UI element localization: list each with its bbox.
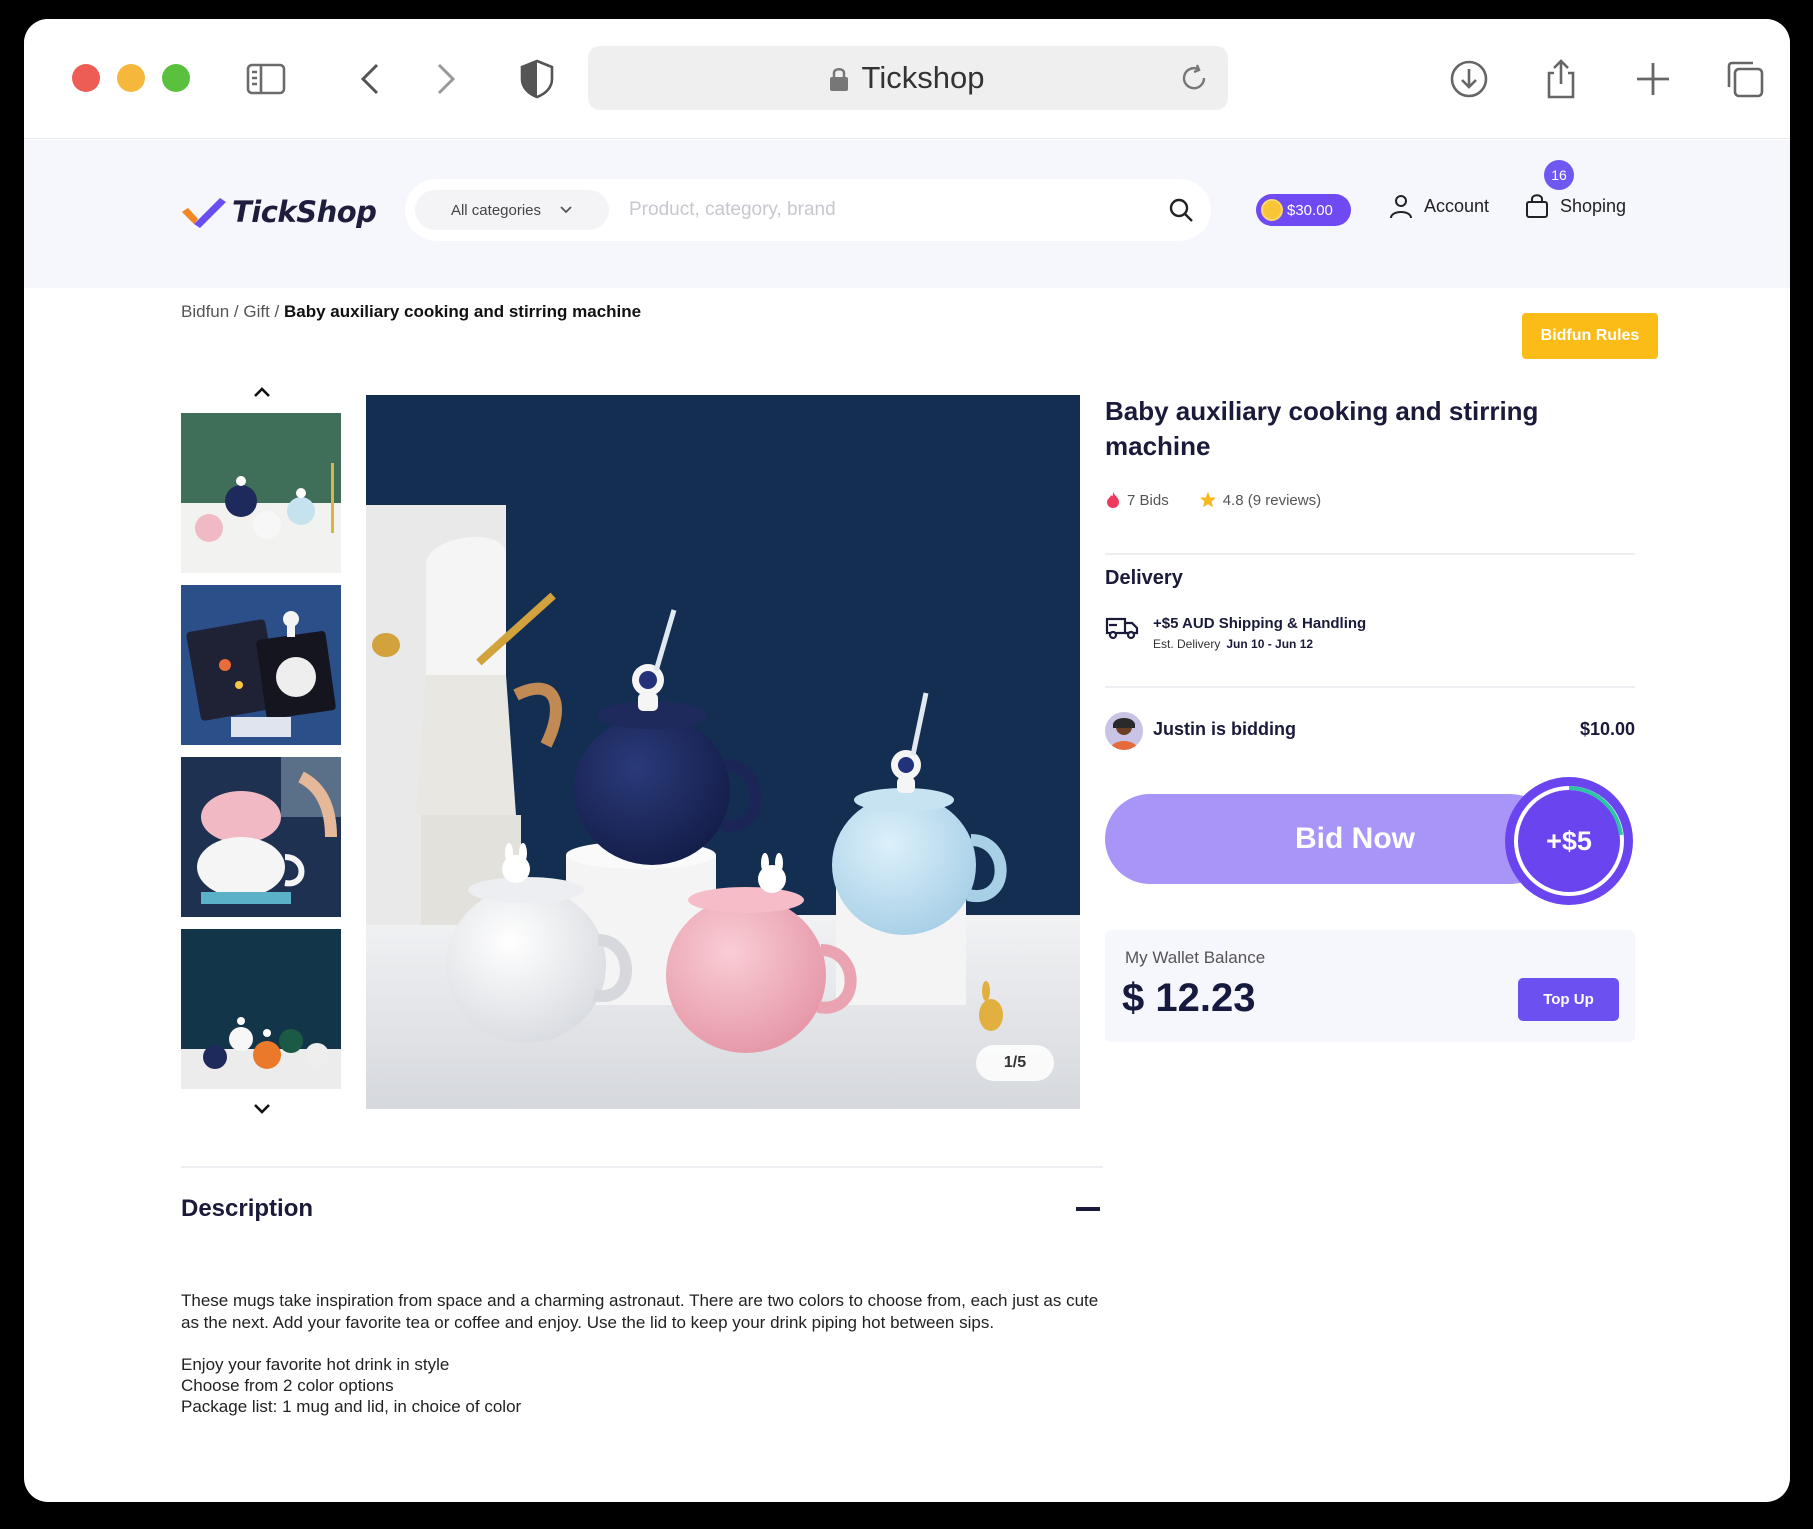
back-icon[interactable] xyxy=(347,54,397,104)
bid-increment-label: +$5 xyxy=(1546,825,1592,856)
search-bar: All categories xyxy=(405,179,1211,241)
share-icon[interactable] xyxy=(1536,54,1586,104)
current-bid-amount: $10.00 xyxy=(1579,719,1635,739)
truck-icon xyxy=(1105,617,1139,640)
maximize-window-button[interactable] xyxy=(162,64,190,92)
est-delivery-dates: Jun 10 - Jun 12 xyxy=(1226,637,1314,651)
site-header: TickShop All categories $30.00 Account 1… xyxy=(24,140,1790,288)
thumbnail-1[interactable] xyxy=(181,413,341,573)
address-text: Tickshop xyxy=(861,60,985,95)
thumbnail-image xyxy=(181,929,341,1089)
thumbnail-4[interactable] xyxy=(181,929,341,1089)
close-window-button[interactable] xyxy=(72,64,100,92)
wallet-label: My Wallet Balance xyxy=(1125,948,1266,967)
shipping-text: +$5 AUD Shipping & Handling xyxy=(1153,615,1367,632)
current-bidder: Justin is bidding xyxy=(1153,719,1296,739)
cart-count-badge: 16 xyxy=(1544,160,1574,190)
breadcrumb-separator: / xyxy=(229,302,244,321)
thumbnail-image xyxy=(181,585,341,745)
shopping-bag-icon xyxy=(1526,194,1548,218)
privacy-shield-icon[interactable] xyxy=(512,54,562,104)
shopping-cart-link[interactable]: Shoping xyxy=(1524,193,1626,219)
divider xyxy=(1105,553,1635,555)
account-link[interactable]: Account xyxy=(1388,193,1489,219)
star-icon xyxy=(1199,492,1216,508)
product-meta: 7 Bids 4.8 (9 reviews) xyxy=(1105,491,1321,509)
rating-text[interactable]: 4.8 (9 reviews) xyxy=(1223,492,1321,509)
logo-text: TickShop xyxy=(232,195,377,229)
breadcrumb-current: Baby auxiliary cooking and stirring mach… xyxy=(284,302,642,321)
sidebar-toggle-icon[interactable] xyxy=(241,54,291,104)
bid-count: 7 Bids xyxy=(1127,491,1169,509)
user-icon xyxy=(1390,195,1412,219)
category-select-label: All categories xyxy=(450,201,542,219)
collapse-description-icon[interactable] xyxy=(1076,1207,1100,1211)
description-title: Description xyxy=(181,1195,314,1222)
coin-icon xyxy=(1261,199,1283,221)
list-item: Package list: 1 mug and lid, in choice o… xyxy=(181,1397,522,1416)
thumbnail-2[interactable] xyxy=(181,585,341,745)
breadcrumb: Bidfun / Gift / Baby auxiliary cooking a… xyxy=(181,302,641,322)
thumbnail-scroll-up-icon[interactable] xyxy=(251,384,273,400)
new-tab-icon[interactable] xyxy=(1628,54,1678,104)
breadcrumb-bidfun[interactable]: Bidfun xyxy=(181,302,229,321)
list-item: Enjoy your favorite hot drink in style xyxy=(181,1355,450,1374)
fire-icon xyxy=(1107,492,1119,508)
browser-toolbar: Tickshop xyxy=(24,19,1790,139)
divider xyxy=(181,1166,1103,1168)
address-bar[interactable]: Tickshop xyxy=(588,46,1228,110)
avatar xyxy=(1105,712,1143,750)
list-item: Choose from 2 color options xyxy=(181,1376,394,1395)
reload-icon[interactable] xyxy=(1178,62,1210,94)
bid-increment-button[interactable]: +$5 xyxy=(1505,777,1633,905)
site-logo[interactable]: TickShop xyxy=(180,194,377,230)
thumbnail-image xyxy=(181,757,341,917)
forward-icon[interactable] xyxy=(419,54,469,104)
description-body: These mugs take inspiration from space a… xyxy=(181,1290,1101,1417)
logo-check-icon xyxy=(182,198,226,228)
bid-now-button[interactable]: Bid Now xyxy=(1105,794,1555,884)
search-input[interactable] xyxy=(629,199,1129,221)
chevron-down-icon xyxy=(560,206,572,214)
breadcrumb-gift[interactable]: Gift xyxy=(243,302,269,321)
product-title: Baby auxiliary cooking and stirring mach… xyxy=(1105,396,1539,461)
thumbnail-image xyxy=(181,413,341,573)
browser-window: Tickshop TickShop All categories Product… xyxy=(24,19,1790,1502)
wallet-card: My Wallet Balance $ 12.23 Top Up xyxy=(1105,930,1635,1042)
coin-balance-pill[interactable]: $30.00 xyxy=(1256,194,1351,226)
coin-balance-value: $30.00 xyxy=(1287,201,1333,219)
tab-overview-icon[interactable] xyxy=(1720,54,1770,104)
thumbnail-3[interactable] xyxy=(181,757,341,917)
wallet-amount: $ 12.23 xyxy=(1122,976,1256,1020)
lock-icon xyxy=(830,68,848,91)
minimize-window-button[interactable] xyxy=(117,64,145,92)
search-icon[interactable] xyxy=(1167,196,1195,224)
divider xyxy=(1105,686,1635,688)
description-list: Enjoy your favorite hot drink in style C… xyxy=(181,1354,1101,1417)
description-paragraph: These mugs take inspiration from space a… xyxy=(181,1291,1099,1332)
delivery-title: Delivery xyxy=(1105,567,1183,589)
main-product-image[interactable] xyxy=(366,395,1080,1109)
download-icon[interactable] xyxy=(1444,54,1494,104)
account-label: Account xyxy=(1424,195,1490,216)
image-counter: 1/5 xyxy=(976,1045,1054,1081)
shopping-label: Shoping xyxy=(1560,195,1627,216)
category-select[interactable]: All categories xyxy=(415,190,609,230)
product-photo xyxy=(366,395,1080,1109)
thumbnail-scroll-down-icon[interactable] xyxy=(251,1101,273,1117)
est-delivery-label: Est. Delivery xyxy=(1153,637,1221,651)
top-up-button[interactable]: Top Up xyxy=(1518,978,1619,1021)
bidfun-rules-button[interactable]: Bidfun Rules xyxy=(1522,313,1658,359)
breadcrumb-separator: / xyxy=(269,302,284,321)
estimated-delivery: Est. Delivery Jun 10 - Jun 12 xyxy=(1153,637,1313,651)
